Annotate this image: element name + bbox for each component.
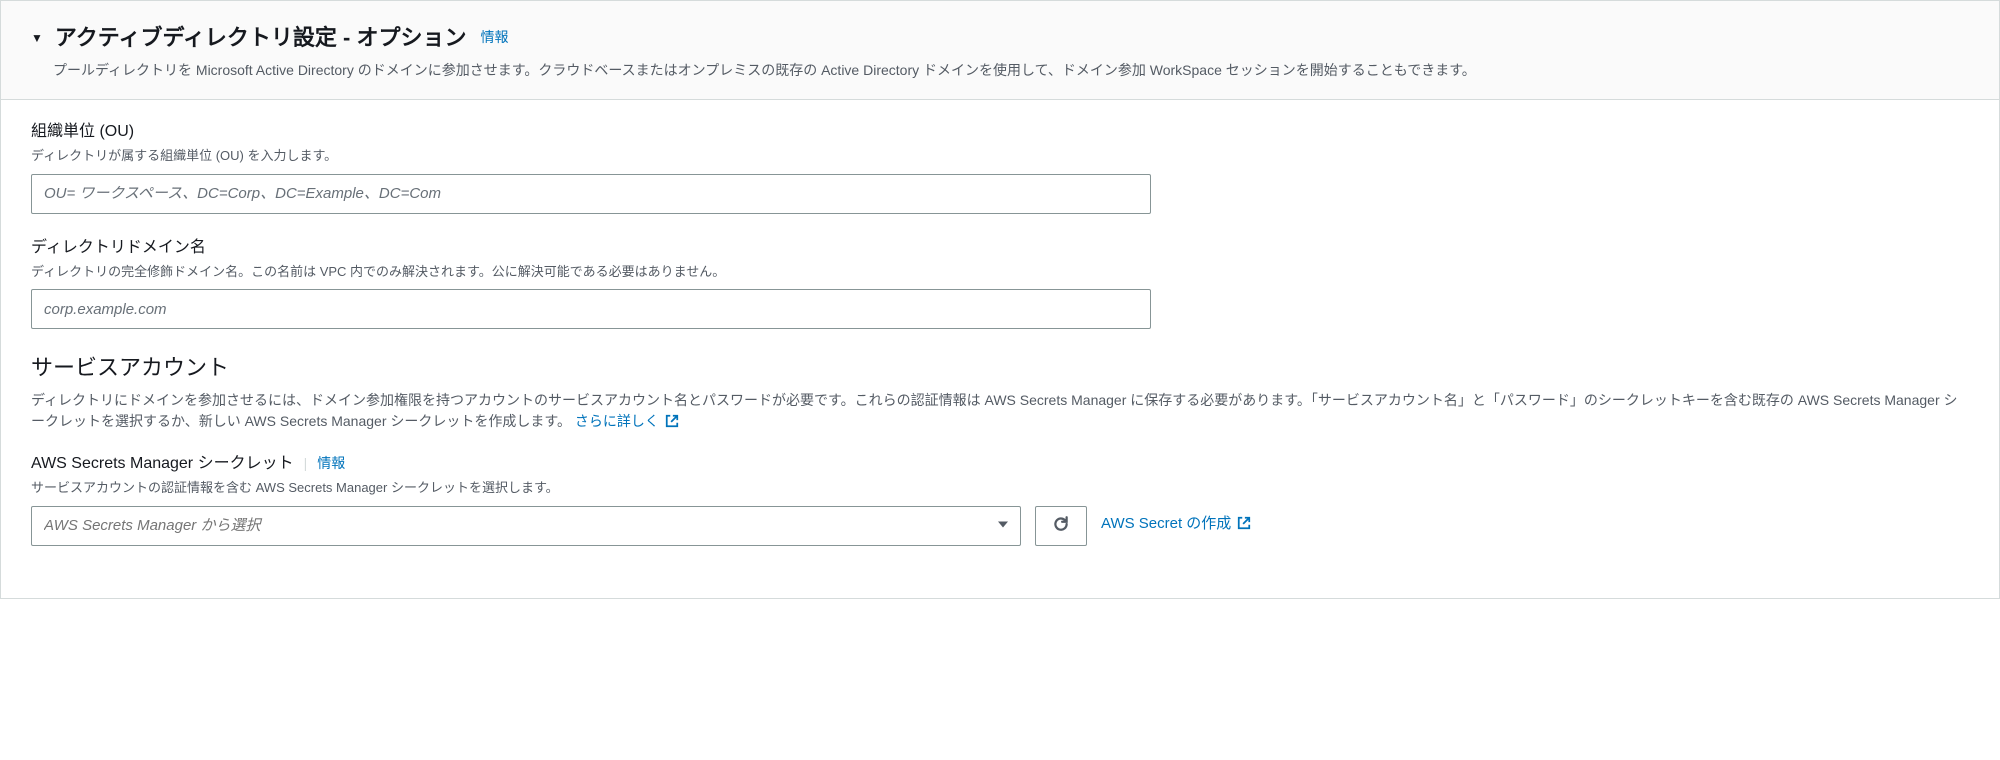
domain-label: ディレクトリドメイン名 [31,236,1969,260]
secret-select-row: AWS Secret の作成 [31,506,1969,546]
refresh-icon [1052,515,1070,536]
header-info-link[interactable]: 情報 [480,27,508,48]
label-divider: | [304,453,308,474]
service-account-title: サービスアカウント [31,351,1969,384]
secret-hint: サービスアカウントの認証情報を含む AWS Secrets Manager シー… [31,478,1969,498]
ou-field: 組織単位 (OU) ディレクトリが属する組織単位 (OU) を入力します。 [31,120,1969,214]
external-link-icon [665,413,679,434]
create-secret-text: AWS Secret の作成 [1101,515,1231,532]
domain-input[interactable] [31,289,1151,329]
secret-label: AWS Secrets Manager シークレット [31,452,294,476]
ou-hint: ディレクトリが属する組織単位 (OU) を入力します。 [31,146,1969,166]
create-secret-link[interactable]: AWS Secret の作成 [1101,513,1251,538]
ou-label: 組織単位 (OU) [31,120,1969,144]
panel-description: プールディレクトリを Microsoft Active Directory のド… [53,60,1969,81]
secret-field: AWS Secrets Manager シークレット | 情報 サービスアカウン… [31,452,1969,546]
learn-more-link[interactable]: さらに詳しく [575,413,679,429]
learn-more-text: さらに詳しく [575,413,659,429]
collapse-caret-icon[interactable]: ▼ [31,29,43,47]
service-account-section: サービスアカウント ディレクトリにドメインを参加させるには、ドメイン参加権限を持… [31,351,1969,546]
active-directory-panel: ▼ アクティブディレクトリ設定 - オプション 情報 プールディレクトリを Mi… [0,0,2000,599]
panel-header: ▼ アクティブディレクトリ設定 - オプション 情報 プールディレクトリを Mi… [1,1,1999,100]
secret-select-wrap [31,506,1021,546]
refresh-button[interactable] [1035,506,1087,546]
service-account-description: ディレクトリにドメインを参加させるには、ドメイン参加権限を持つアカウントのサービ… [31,390,1969,434]
ou-input[interactable] [31,174,1151,214]
panel-title: アクティブディレクトリ設定 - オプション [55,21,467,54]
header-title-row: ▼ アクティブディレクトリ設定 - オプション 情報 [31,21,1969,54]
domain-hint: ディレクトリの完全修飾ドメイン名。この名前は VPC 内でのみ解決されます。公に… [31,262,1969,282]
panel-body: 組織単位 (OU) ディレクトリが属する組織単位 (OU) を入力します。 ディ… [1,100,1999,598]
secret-label-row: AWS Secrets Manager シークレット | 情報 [31,452,1969,476]
secret-info-link[interactable]: 情報 [317,453,345,474]
external-link-icon [1237,515,1251,538]
domain-field: ディレクトリドメイン名 ディレクトリの完全修飾ドメイン名。この名前は VPC 内… [31,236,1969,330]
secret-select[interactable] [31,506,1021,546]
service-account-desc-text: ディレクトリにドメインを参加させるには、ドメイン参加権限を持つアカウントのサービ… [31,392,1958,429]
